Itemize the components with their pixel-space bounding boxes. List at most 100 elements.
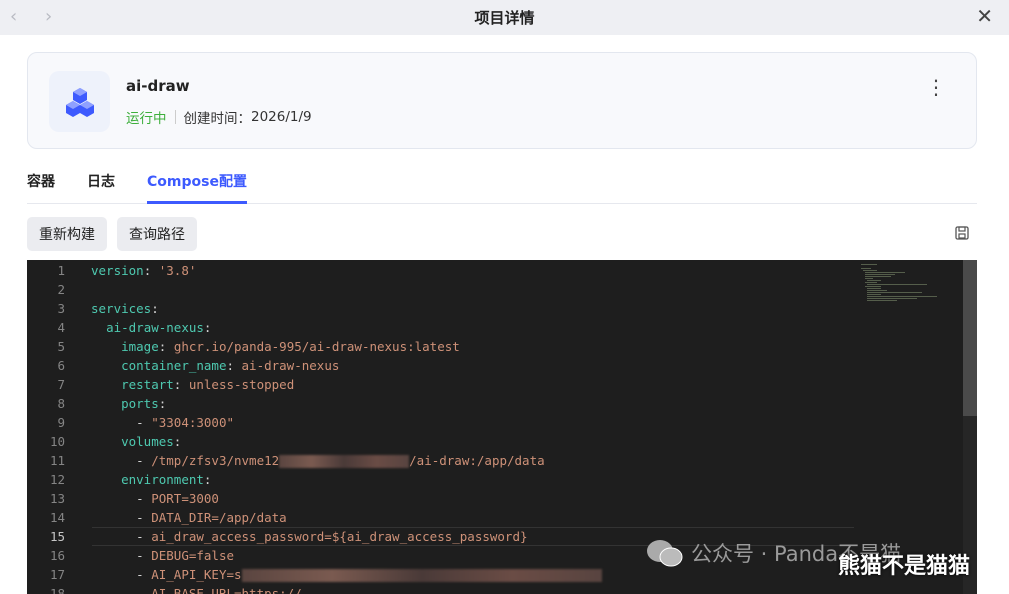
code-token: volumes <box>121 434 174 449</box>
code-text: environment: <box>91 470 211 489</box>
code-token: : <box>203 320 212 335</box>
code-text: - PORT=3000 <box>91 489 219 508</box>
line-number: 1 <box>57 263 65 278</box>
line-number: 7 <box>57 377 65 392</box>
tab-containers[interactable]: 容器 <box>27 158 55 204</box>
created-date: 2026/1/9 <box>251 109 312 125</box>
line-number: 9 <box>57 415 65 430</box>
back-icon[interactable]: ‹ <box>10 6 17 27</box>
line-number: 11 <box>49 453 65 468</box>
code-token: PORT=3000 <box>151 491 219 506</box>
code-token: ghcr.io/panda-995/ai-draw-nexus:latest <box>173 339 460 354</box>
code-line: 2 <box>27 280 962 299</box>
code-line: 6 container_name: ai-draw-nexus <box>27 356 962 375</box>
line-number: 18 <box>49 586 65 594</box>
line-number: 4 <box>57 320 65 335</box>
code-token: - <box>91 529 152 544</box>
code-token: : <box>173 434 182 449</box>
code-text: - DEBUG=false <box>91 546 234 565</box>
forward-icon[interactable]: › <box>45 6 52 27</box>
code-line: 3 services: <box>27 299 962 318</box>
project-meta: 运行中 创建时间： 2026/1/9 <box>126 107 312 127</box>
code-text: ports: <box>91 394 166 413</box>
redacted-blur <box>241 569 602 582</box>
code-token: container_name <box>121 358 227 373</box>
code-token: ai-draw-nexus <box>241 358 340 373</box>
code-token: ai_draw_access_password=${ai_draw_access… <box>151 529 528 544</box>
code-text: - "3304:3000" <box>91 413 234 432</box>
code-line: 5 image: ghcr.io/panda-995/ai-draw-nexus… <box>27 337 962 356</box>
wechat-icon <box>647 540 683 567</box>
save-icon[interactable] <box>955 226 969 240</box>
scrollbar-thumb[interactable] <box>963 260 977 416</box>
divider <box>174 110 176 124</box>
code-line: 8 ports: <box>27 394 962 413</box>
code-line: 4 ai-draw-nexus: <box>27 318 962 337</box>
code-token: unless-stopped <box>188 377 295 392</box>
code-token: : <box>173 377 189 392</box>
code-token: - <box>91 548 152 563</box>
code-token: - <box>91 415 152 430</box>
tab-logs[interactable]: 日志 <box>87 158 115 204</box>
code-text: services: <box>91 299 159 318</box>
code-line: 10 volumes: <box>27 432 962 451</box>
code-text: image: ghcr.io/panda-995/ai-draw-nexus:l… <box>91 337 460 356</box>
line-number: 13 <box>49 491 65 506</box>
window-title: 项目详情 <box>474 9 535 27</box>
code-token: - <box>91 567 152 582</box>
tab-compose-config[interactable]: Compose配置 <box>147 158 247 204</box>
rebuild-button[interactable]: 重新构建 <box>27 217 107 251</box>
line-number: 10 <box>49 434 65 449</box>
code-token: ai-draw-nexus <box>106 320 204 335</box>
line-number: 12 <box>49 472 65 487</box>
code-token: AI_API_KEY=s <box>151 567 242 582</box>
code-text: - AI_API_KEY=s <box>91 565 602 584</box>
code-text: container_name: ai-draw-nexus <box>91 356 339 375</box>
code-token: : <box>158 339 174 354</box>
code-line: 12 environment: <box>27 470 962 489</box>
code-line: 11 - /tmp/zfsv3/nvme12/ai-draw:/app/data <box>27 451 962 470</box>
more-icon[interactable]: ⋮ <box>926 77 946 97</box>
code-token: - <box>91 586 152 594</box>
code-token: DATA_DIR=/app/data <box>151 510 287 525</box>
line-number: 15 <box>49 529 65 544</box>
code-token: : <box>226 358 242 373</box>
code-token: : <box>151 301 159 316</box>
code-text: - /tmp/zfsv3/nvme12/ai-draw:/app/data <box>91 451 545 470</box>
code-line: 14 - DATA_DIR=/app/data <box>27 508 962 527</box>
code-line: 18 - AI_BASE_URL=https:// <box>27 584 962 594</box>
cubes-icon <box>49 71 110 132</box>
code-token: '3.8' <box>158 263 197 278</box>
close-icon[interactable]: ✕ <box>976 4 993 28</box>
query-path-button[interactable]: 查询路径 <box>117 217 197 251</box>
watermark-overlay: 熊猫不是猫猫 <box>838 554 971 579</box>
code-line: 1 version: '3.8' <box>27 261 962 280</box>
project-name: ai-draw <box>126 77 190 95</box>
title-bar: ‹ › 项目详情 ✕ <box>0 0 1009 35</box>
editor-scrollbar[interactable] <box>963 260 977 594</box>
code-text: - DATA_DIR=/app/data <box>91 508 287 527</box>
code-token: "3304:3000" <box>151 415 235 430</box>
code-text: version: '3.8' <box>91 261 196 280</box>
code-text: restart: unless-stopped <box>91 375 294 394</box>
code-text: volumes: <box>91 432 181 451</box>
code-line: 7 restart: unless-stopped <box>27 375 962 394</box>
code-token: - <box>91 491 152 506</box>
project-card: ai-draw 运行中 创建时间： 2026/1/9 ⋮ <box>27 52 977 149</box>
code-text: - AI_BASE_URL=https:// <box>91 584 302 594</box>
code-line: 9 - "3304:3000" <box>27 413 962 432</box>
line-number: 2 <box>57 282 65 297</box>
line-number: 8 <box>57 396 65 411</box>
code-token: : <box>143 263 159 278</box>
code-token: services <box>91 301 152 316</box>
line-number: 17 <box>49 567 65 582</box>
line-number: 16 <box>49 548 65 563</box>
code-token: image <box>121 339 159 354</box>
line-number: 6 <box>57 358 65 373</box>
code-token: : <box>203 472 212 487</box>
code-token: ports <box>121 396 159 411</box>
code-token: environment <box>121 472 204 487</box>
